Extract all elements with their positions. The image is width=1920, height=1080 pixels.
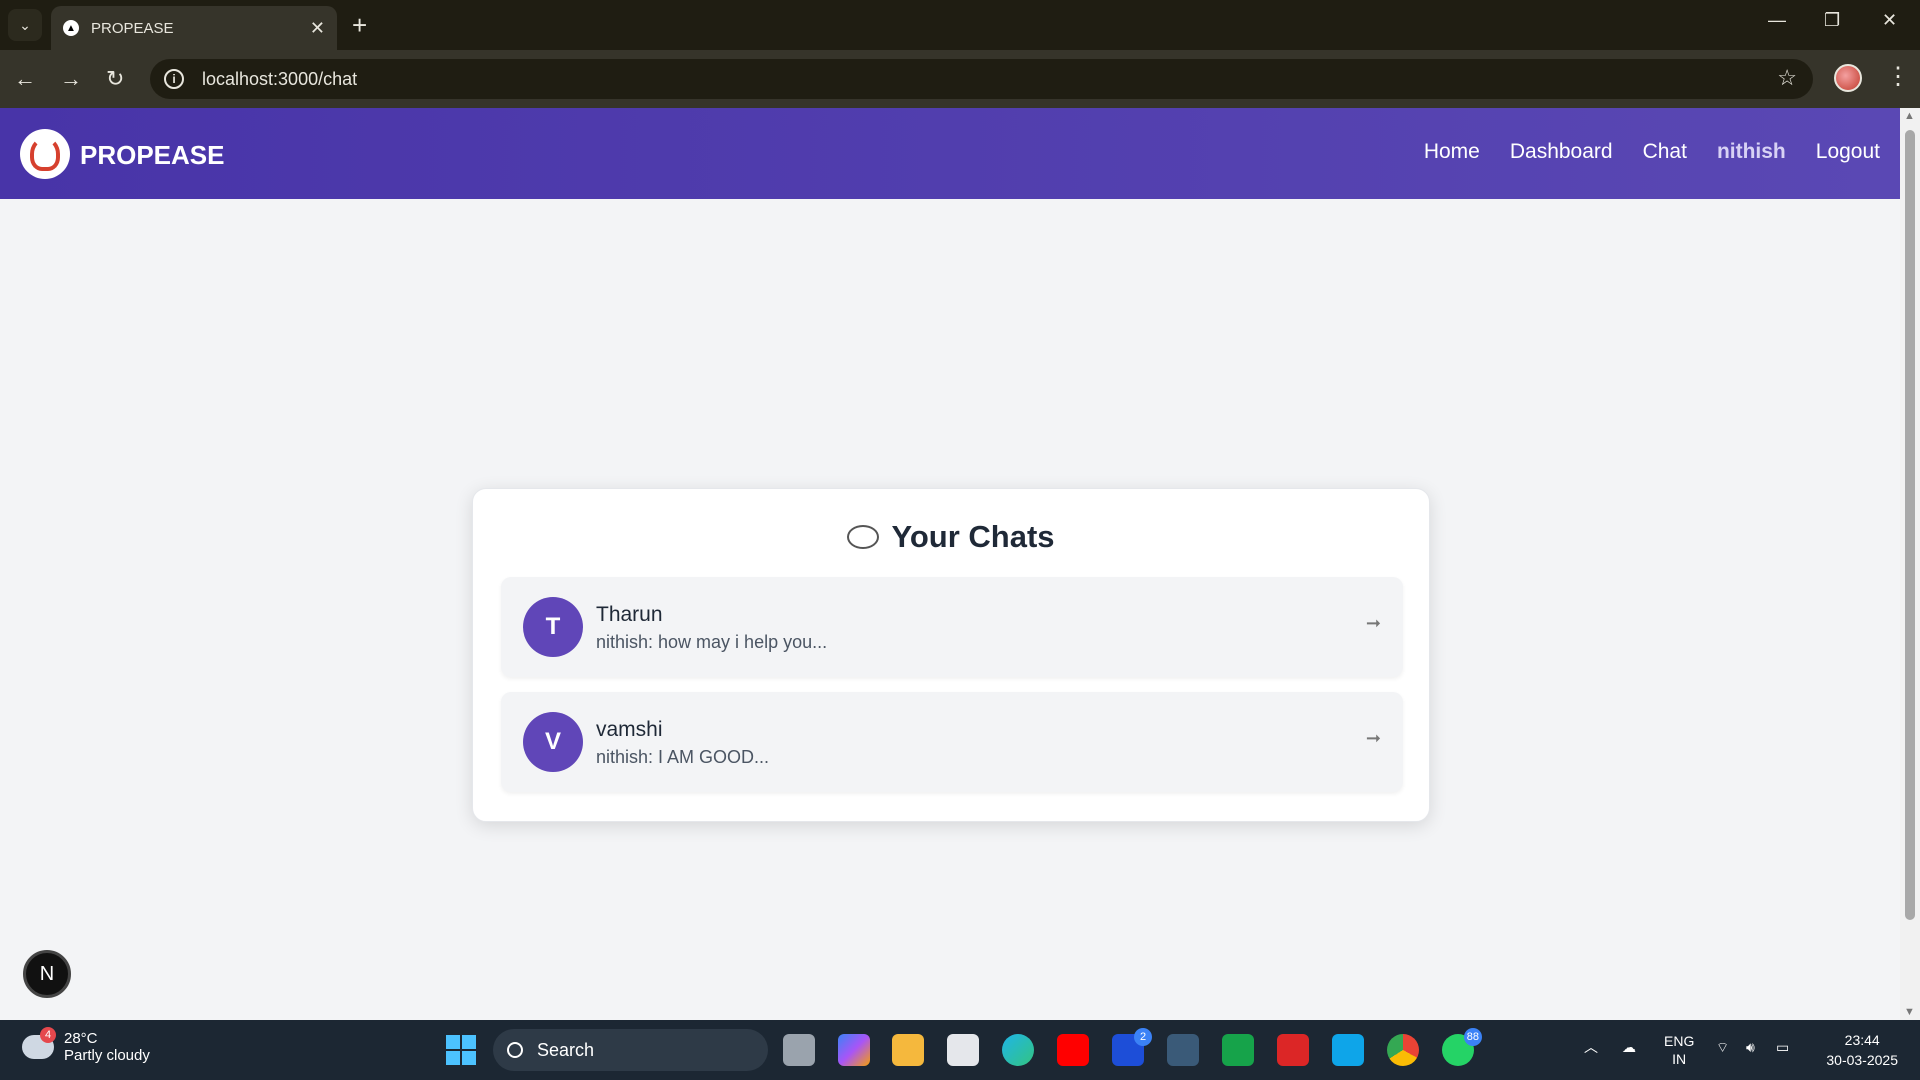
chats-card: Your Chats T Tharun nithish: how may i h… <box>472 488 1430 822</box>
profile-avatar[interactable] <box>1834 64 1862 92</box>
chat-item-tharun[interactable]: T Tharun nithish: how may i help you... … <box>501 577 1403 677</box>
site-info-icon[interactable]: i <box>164 69 184 89</box>
search-label: Search <box>537 1039 595 1060</box>
pdf-reader-icon[interactable] <box>1277 1034 1309 1066</box>
windows-start-icon[interactable] <box>446 1035 476 1065</box>
nav-chat-link[interactable]: Chat <box>1643 140 1687 164</box>
app-icon[interactable] <box>1222 1034 1254 1066</box>
avatar: V <box>523 712 583 772</box>
browser-menu-icon[interactable]: ⋮ <box>1886 62 1910 92</box>
nav-user-link[interactable]: nithish <box>1717 140 1786 164</box>
scroll-thumb[interactable] <box>1905 130 1915 920</box>
favicon-icon: ▲ <box>63 20 79 36</box>
tab-close-icon[interactable]: ✕ <box>310 18 325 39</box>
chat-preview: nithish: how may i help you... <box>596 632 828 652</box>
onedrive-icon[interactable]: ☁ <box>1622 1038 1636 1056</box>
scroll-down-icon[interactable]: ▼ <box>1904 1006 1915 1018</box>
file-explorer-icon[interactable] <box>892 1034 924 1066</box>
youtube-icon[interactable] <box>1057 1034 1089 1066</box>
tab-search-button[interactable]: ⌄ <box>8 9 42 41</box>
restore-icon[interactable]: ❐ <box>1824 10 1840 31</box>
chevron-up-icon[interactable]: ︿ <box>1584 1038 1598 1056</box>
weather-temp: 28°C <box>64 1030 98 1047</box>
windows-taskbar: 4 28°C Partly cloudy Search 2 88 ︿ ☁ ENG… <box>0 1020 1920 1080</box>
nav-links: Home Dashboard Chat nithish Logout <box>1424 140 1880 164</box>
arrow-right-icon: ➞ <box>1365 613 1381 633</box>
taskbar-search[interactable]: Search <box>493 1029 768 1071</box>
page-scrollbar[interactable]: ▲ ▼ <box>1900 108 1920 1020</box>
chat-name: Tharun <box>596 603 663 626</box>
speech-bubble-icon <box>847 525 880 549</box>
nav-home-link[interactable]: Home <box>1424 140 1480 164</box>
site-navbar: PROPEASE Home Dashboard Chat nithish Log… <box>0 108 1900 199</box>
brand-name[interactable]: PROPEASE <box>80 140 225 171</box>
site-logo[interactable] <box>20 129 70 179</box>
browser-tab[interactable]: ▲ PROPEASE ✕ <box>51 6 337 50</box>
page-content: PROPEASE Home Dashboard Chat nithish Log… <box>0 108 1900 1020</box>
mysql-workbench-icon[interactable] <box>1167 1034 1199 1066</box>
clock-date: 30-03-2025 <box>1826 1052 1898 1068</box>
chrome-icon[interactable] <box>1387 1034 1419 1066</box>
weather-desc: Partly cloudy <box>64 1047 150 1064</box>
volume-icon[interactable]: 🔊︎ <box>1746 1038 1755 1056</box>
search-icon <box>507 1042 523 1058</box>
whatsapp-badge: 88 <box>1463 1028 1482 1046</box>
wifi-icon[interactable]: ⌔ <box>1716 1038 1729 1056</box>
avatar: T <box>523 597 583 657</box>
weather-widget[interactable]: 4 28°C Partly cloudy <box>22 1027 150 1064</box>
copilot-icon[interactable] <box>838 1034 870 1066</box>
edge-icon[interactable] <box>1002 1034 1034 1066</box>
lens-badge: 2 <box>1134 1028 1152 1046</box>
task-view-icon[interactable] <box>783 1034 815 1066</box>
nav-logout-link[interactable]: Logout <box>1816 140 1880 164</box>
chat-preview: nithish: I AM GOOD... <box>596 747 770 767</box>
bookmark-star-icon[interactable]: ☆ <box>1777 65 1797 91</box>
minimize-icon[interactable]: — <box>1768 10 1786 31</box>
new-tab-button[interactable]: + <box>352 10 367 40</box>
weather-badge: 4 <box>40 1027 56 1043</box>
language-indicator[interactable]: ENG IN <box>1664 1032 1694 1068</box>
tab-title: PROPEASE <box>91 19 174 37</box>
partly-cloudy-icon: 4 <box>22 1027 56 1059</box>
chat-name: vamshi <box>596 718 663 741</box>
reload-icon[interactable]: ↻ <box>106 64 124 94</box>
lens-icon[interactable]: 2 <box>1112 1028 1152 1066</box>
browser-toolbar: ← → ↻ i localhost:3000/chat ☆ ⋮ <box>0 50 1920 108</box>
whatsapp-icon[interactable]: 88 <box>1442 1028 1482 1066</box>
battery-icon[interactable]: ▭ <box>1776 1038 1789 1056</box>
vscode-icon[interactable] <box>1332 1034 1364 1066</box>
clock-time: 23:44 <box>1844 1032 1880 1048</box>
chat-item-vamshi[interactable]: V vamshi nithish: I AM GOOD... ➞ <box>501 692 1403 792</box>
browser-tab-bar: ⌄ ▲ PROPEASE ✕ + — ❐ ✕ <box>0 0 1920 50</box>
url-text: localhost:3000/chat <box>202 68 358 89</box>
arrow-right-icon: ➞ <box>1365 728 1381 748</box>
back-icon[interactable]: ← <box>14 64 36 94</box>
microsoft-store-icon[interactable] <box>947 1034 979 1066</box>
close-window-icon[interactable]: ✕ <box>1882 10 1897 31</box>
scroll-up-icon[interactable]: ▲ <box>1904 110 1915 122</box>
forward-icon[interactable]: → <box>60 64 82 94</box>
chats-heading: Your Chats <box>473 519 1429 555</box>
clock[interactable]: 23:44 30-03-2025 <box>1826 1030 1898 1070</box>
nav-dashboard-link[interactable]: Dashboard <box>1510 140 1613 164</box>
nextjs-dev-badge[interactable]: N <box>23 950 71 998</box>
address-bar[interactable]: i localhost:3000/chat ☆ <box>150 59 1813 99</box>
